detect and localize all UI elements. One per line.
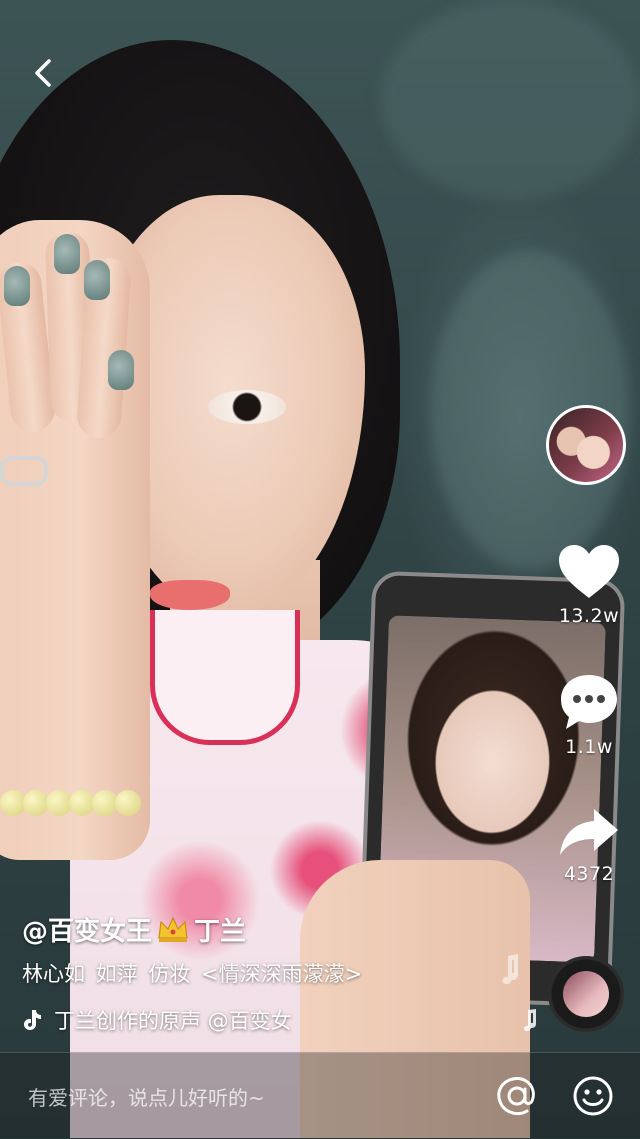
nail [4,266,30,306]
smiley-icon[interactable] [572,1075,614,1117]
music-marquee[interactable]: 丁兰创作的原声 @百变女 [22,1000,342,1040]
nail [54,234,80,274]
comment-count: 1.1w [565,736,613,758]
video-description: 林心如 如萍 仿妆 <情深深雨濛濛> [22,962,363,986]
lips [150,580,230,610]
bead-bracelet [0,790,141,816]
backdrop-fold [380,0,640,200]
floating-note-icon [524,1009,536,1031]
share-count: 4372 [563,863,615,885]
music-title: 丁兰创作的原声 @百变女 [54,1009,292,1033]
author-handle: @百变女王 [22,916,153,947]
ring [0,456,48,486]
like-count: 13.2w [558,605,620,627]
nail [108,350,134,390]
nail [84,260,110,300]
heart-icon [559,545,619,598]
back-button[interactable] [28,58,58,88]
like-button[interactable]: 13.2w [546,543,632,627]
author-name[interactable]: @百变女王 丁兰 [22,908,542,950]
comment-input[interactable] [28,1081,448,1115]
author-handle-suffix: 丁兰 [194,916,247,947]
speech-bubble-icon [561,675,617,729]
comment-bar [0,1052,640,1139]
floating-note-icon [502,954,518,984]
share-arrow-icon [560,809,618,855]
share-button[interactable]: 4372 [546,805,632,885]
music-disc[interactable] [548,956,624,1032]
at-sign-icon[interactable] [496,1075,538,1117]
qipao-collar [150,610,300,745]
comment-button[interactable]: 1.1w [546,672,632,758]
author-avatar[interactable] [546,405,626,485]
chevron-left-icon [35,59,51,87]
crown-icon [158,916,188,942]
music-cover [563,971,609,1017]
tiktok-note-icon [24,1010,41,1030]
video-caption: @百变女王 丁兰 林心如 如萍 仿妆 <情深深雨濛濛> [22,908,542,988]
eye [208,390,286,424]
